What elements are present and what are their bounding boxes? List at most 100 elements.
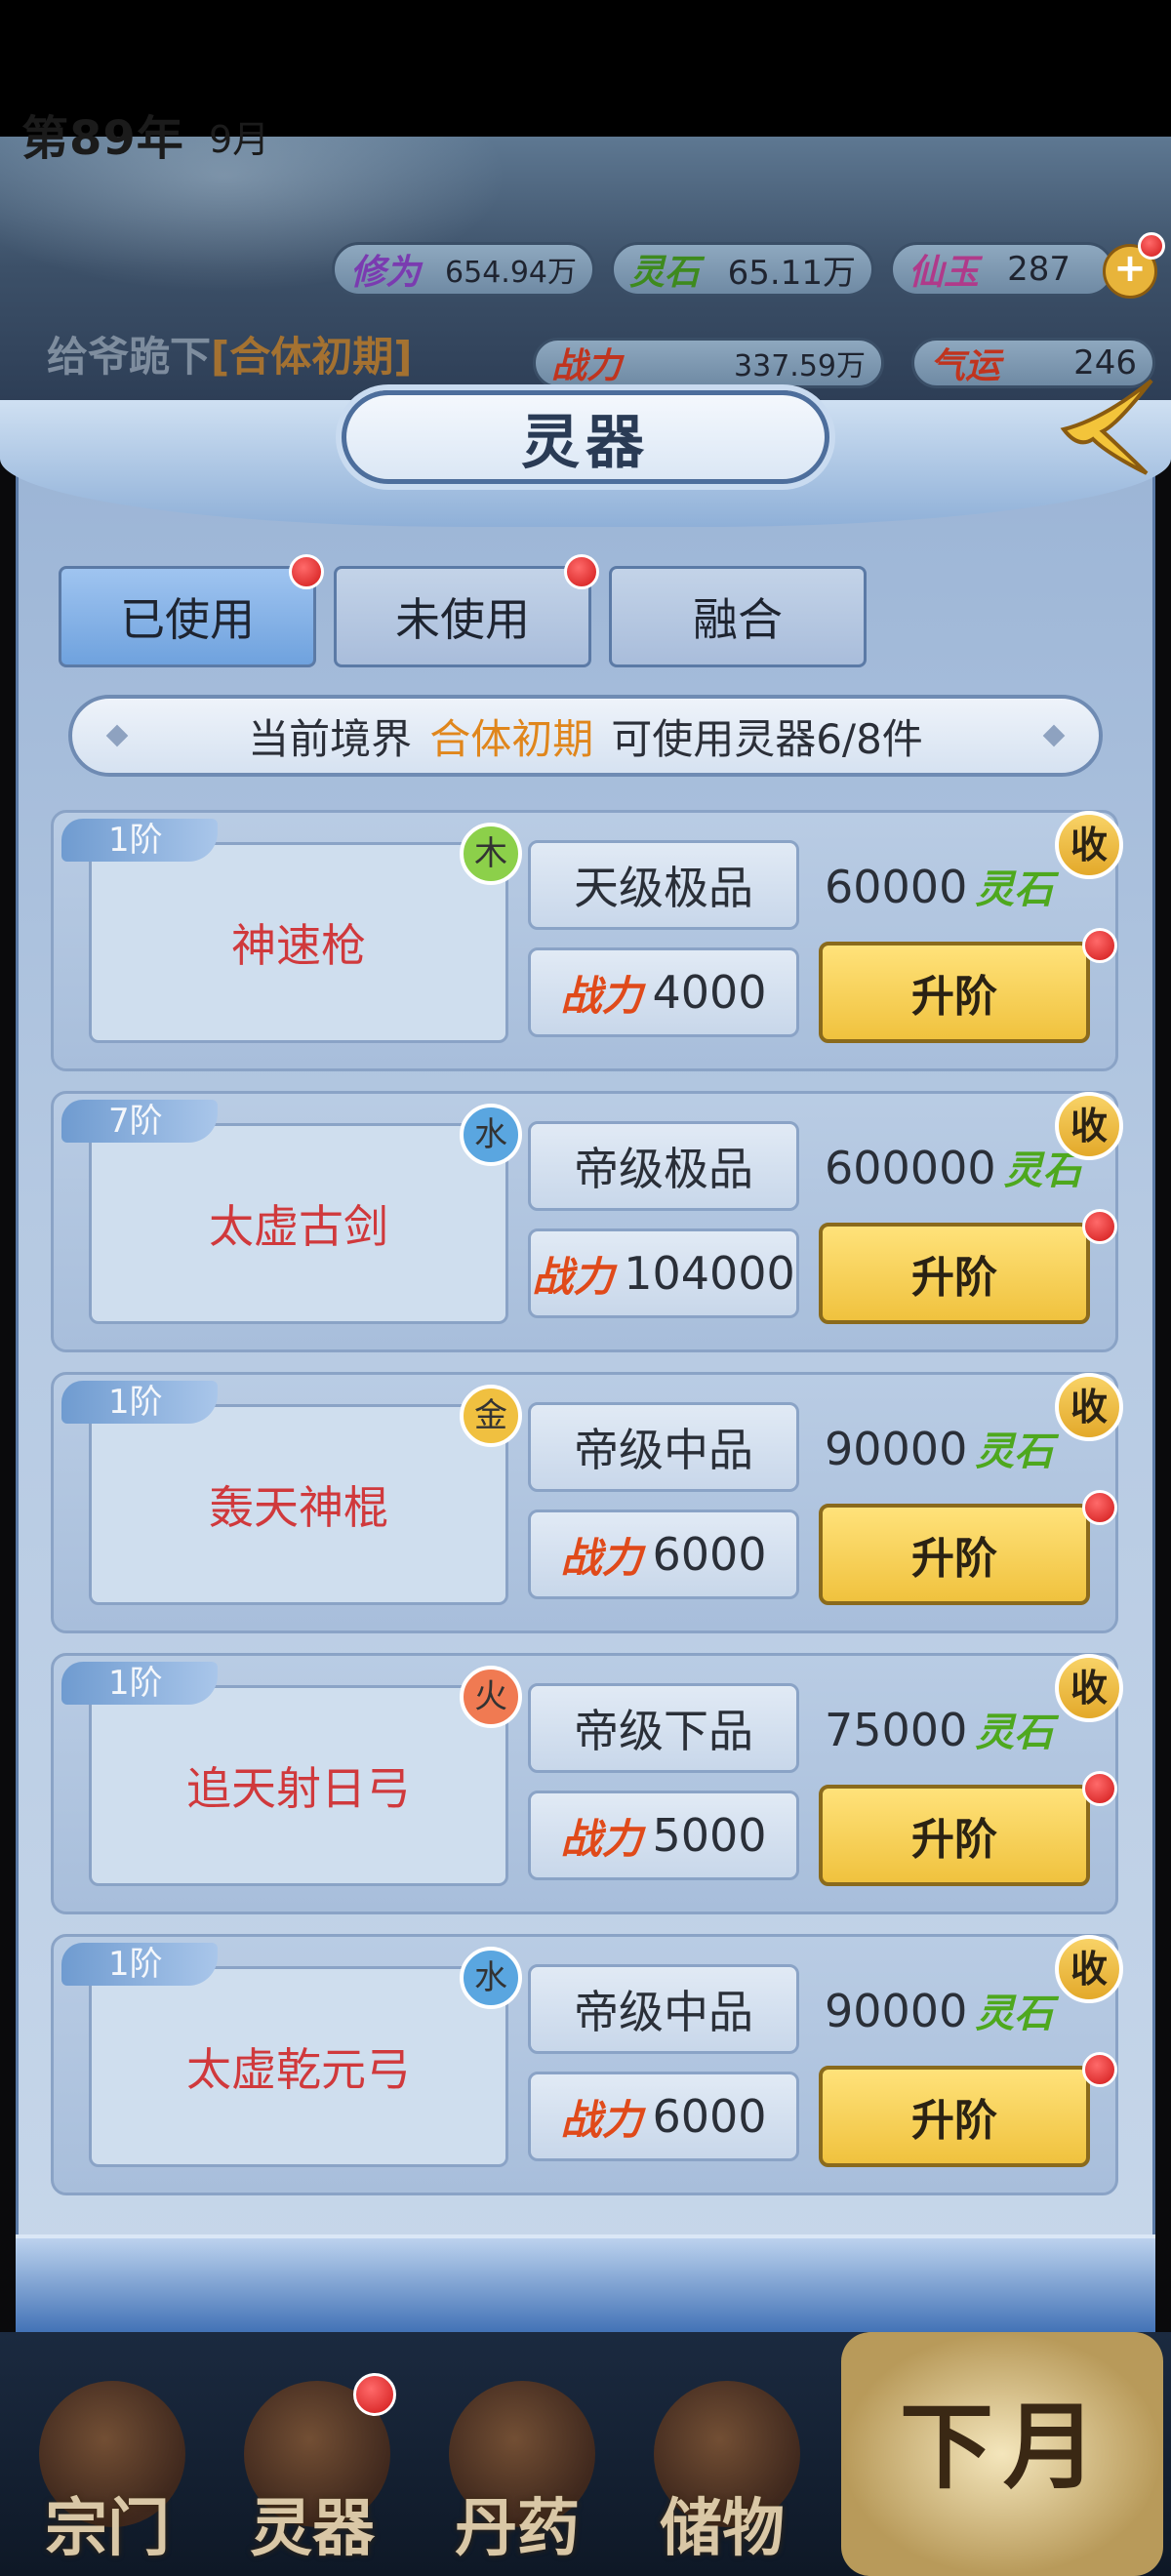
tab-used[interactable]: 已使用 xyxy=(59,566,316,667)
element-icon: 水 xyxy=(460,1104,522,1166)
power-label: 战力 xyxy=(560,971,643,1020)
zhanli-value: 337.59万 xyxy=(734,349,866,383)
lingqi-card: 轰天神棍 1阶 金帝级中品 战力 6000 90000 灵石 升阶 收 xyxy=(51,1372,1123,1633)
xiuwei-resource: 修为 654.94万 xyxy=(332,242,595,297)
xiuwei-value: 654.94万 xyxy=(445,256,577,290)
tab-used-dot xyxy=(289,554,324,589)
upgrade-button[interactable]: 升阶 xyxy=(819,1223,1090,1324)
item-power: 战力 4000 xyxy=(528,947,799,1037)
collect-button[interactable]: 收 xyxy=(1055,1935,1123,2003)
upgrade-dot xyxy=(1082,1490,1117,1525)
item-name: 太虚乾元弓 xyxy=(186,2043,411,2096)
item-grade: 帝级中品 xyxy=(528,1964,799,2054)
nav-sect[interactable]: 宗门 xyxy=(20,2381,195,2576)
nav-label: 储物 xyxy=(660,2493,785,2565)
zhanli-resource: 战力 337.59万 xyxy=(533,338,884,388)
element-icon: 水 xyxy=(460,1947,522,2009)
dialog-title-plate: 灵器 xyxy=(342,390,829,484)
tab-unused[interactable]: 未使用 xyxy=(334,566,591,667)
next-month-label: 下月 xyxy=(900,2393,1107,2502)
tab-unused-dot xyxy=(564,554,599,589)
item-grade: 天级极品 xyxy=(528,840,799,930)
item-grade: 帝级下品 xyxy=(528,1683,799,1773)
player-info: 给爷跪下[合体初期] xyxy=(47,324,412,383)
collect-button[interactable]: 收 xyxy=(1055,811,1123,879)
dialog-title: 灵器 xyxy=(521,408,650,477)
item-power: 战力 104000 xyxy=(528,1228,799,1318)
realm-prefix: 当前境界 xyxy=(248,714,413,763)
realm-bar: 当前境界 合体初期 可使用灵器6/8件 xyxy=(68,695,1103,777)
lingshi-label: 灵石 xyxy=(629,253,701,293)
nav-label: 灵器 xyxy=(250,2493,375,2565)
game-month: 9月 xyxy=(209,118,270,161)
power-value: 6000 xyxy=(652,2090,767,2143)
cost-value: 60000 xyxy=(825,861,968,913)
item-name: 神速枪 xyxy=(231,919,366,972)
cost-label: 灵石 xyxy=(975,867,1054,912)
xianyu-resource: 仙玉 287 xyxy=(890,242,1114,297)
nav-pills[interactable]: 丹药 xyxy=(429,2381,605,2576)
xianyu-value: 287 xyxy=(1007,250,1070,289)
lingshi-resource: 灵石 65.11万 xyxy=(611,242,874,297)
zhanli-label: 战力 xyxy=(551,346,623,386)
collect-button[interactable]: 收 xyxy=(1055,1092,1123,1160)
upgrade-dot xyxy=(1082,928,1117,963)
power-value: 5000 xyxy=(652,1809,767,1862)
item-tier: 7阶 xyxy=(61,1100,218,1143)
close-icon[interactable] xyxy=(1044,371,1161,488)
collect-button[interactable]: 收 xyxy=(1055,1373,1123,1441)
cost-value: 90000 xyxy=(825,1985,968,2037)
diamond-icon xyxy=(1042,724,1066,747)
element-icon: 金 xyxy=(460,1385,522,1447)
upgrade-dot xyxy=(1082,1209,1117,1244)
realm-value: 合体初期 xyxy=(429,714,594,763)
player-realm: [合体初期] xyxy=(211,333,413,381)
upgrade-button[interactable]: 升阶 xyxy=(819,2066,1090,2167)
player-name: 给爷跪下 xyxy=(47,333,212,381)
game-year: 第89年 xyxy=(21,111,184,166)
upgrade-button[interactable]: 升阶 xyxy=(819,1504,1090,1605)
nav-lingqi-dot xyxy=(353,2373,396,2416)
collect-button[interactable]: 收 xyxy=(1055,1654,1123,1722)
item-name: 太虚古剑 xyxy=(209,1200,388,1253)
cost-value: 90000 xyxy=(825,1423,968,1475)
item-grade: 帝级中品 xyxy=(528,1402,799,1492)
item-tier: 1阶 xyxy=(61,1381,218,1424)
nav-label: 宗门 xyxy=(45,2493,170,2565)
element-icon: 木 xyxy=(460,823,522,885)
item-name: 轰天神棍 xyxy=(209,1481,388,1534)
lingqi-card: 追天射日弓 1阶 火帝级下品 战力 5000 75000 灵石 升阶 收 xyxy=(51,1653,1123,1914)
upgrade-button[interactable]: 升阶 xyxy=(819,1785,1090,1886)
realm-suffix: 可使用灵器6/8件 xyxy=(611,714,923,763)
next-month-button[interactable]: 下月 xyxy=(841,2332,1163,2576)
power-label: 战力 xyxy=(560,2095,643,2144)
item-grade: 帝级极品 xyxy=(528,1121,799,1211)
lingqi-card: 太虚古剑 7阶 水帝级极品战力 104000 600000 灵石升阶 收 xyxy=(51,1091,1123,1352)
power-value: 4000 xyxy=(652,966,767,1019)
nav-storage[interactable]: 储物 xyxy=(634,2381,810,2576)
power-value: 104000 xyxy=(624,1247,795,1300)
power-label: 战力 xyxy=(532,1252,615,1301)
upgrade-dot xyxy=(1082,1771,1117,1806)
tab-fusion[interactable]: 融合 xyxy=(609,566,867,667)
item-tier: 1阶 xyxy=(61,1943,218,1986)
power-value: 6000 xyxy=(652,1528,767,1581)
power-label: 战力 xyxy=(560,1533,643,1582)
cost-label: 灵石 xyxy=(1003,1148,1082,1193)
xianyu-label: 仙玉 xyxy=(909,253,980,293)
cost-value: 600000 xyxy=(825,1142,996,1194)
panel-footer-decoration xyxy=(16,2234,1155,2336)
upgrade-button[interactable]: 升阶 xyxy=(819,942,1090,1043)
lingshi-value: 65.11万 xyxy=(727,253,856,293)
lingqi-card: 太虚乾元弓 1阶 水帝级中品 战力 6000 90000 灵石 升阶 收 xyxy=(51,1934,1123,2195)
item-power: 战力 6000 xyxy=(528,1509,799,1599)
power-label: 战力 xyxy=(560,1814,643,1863)
notification-dot xyxy=(1138,232,1165,260)
xiuwei-label: 修为 xyxy=(350,253,422,293)
item-name: 追天射日弓 xyxy=(186,1762,411,1815)
diamond-icon xyxy=(105,724,129,747)
item-power: 战力 6000 xyxy=(528,2072,799,2161)
nav-label: 丹药 xyxy=(455,2493,580,2565)
element-icon: 火 xyxy=(460,1666,522,1728)
item-tier: 1阶 xyxy=(61,819,218,862)
